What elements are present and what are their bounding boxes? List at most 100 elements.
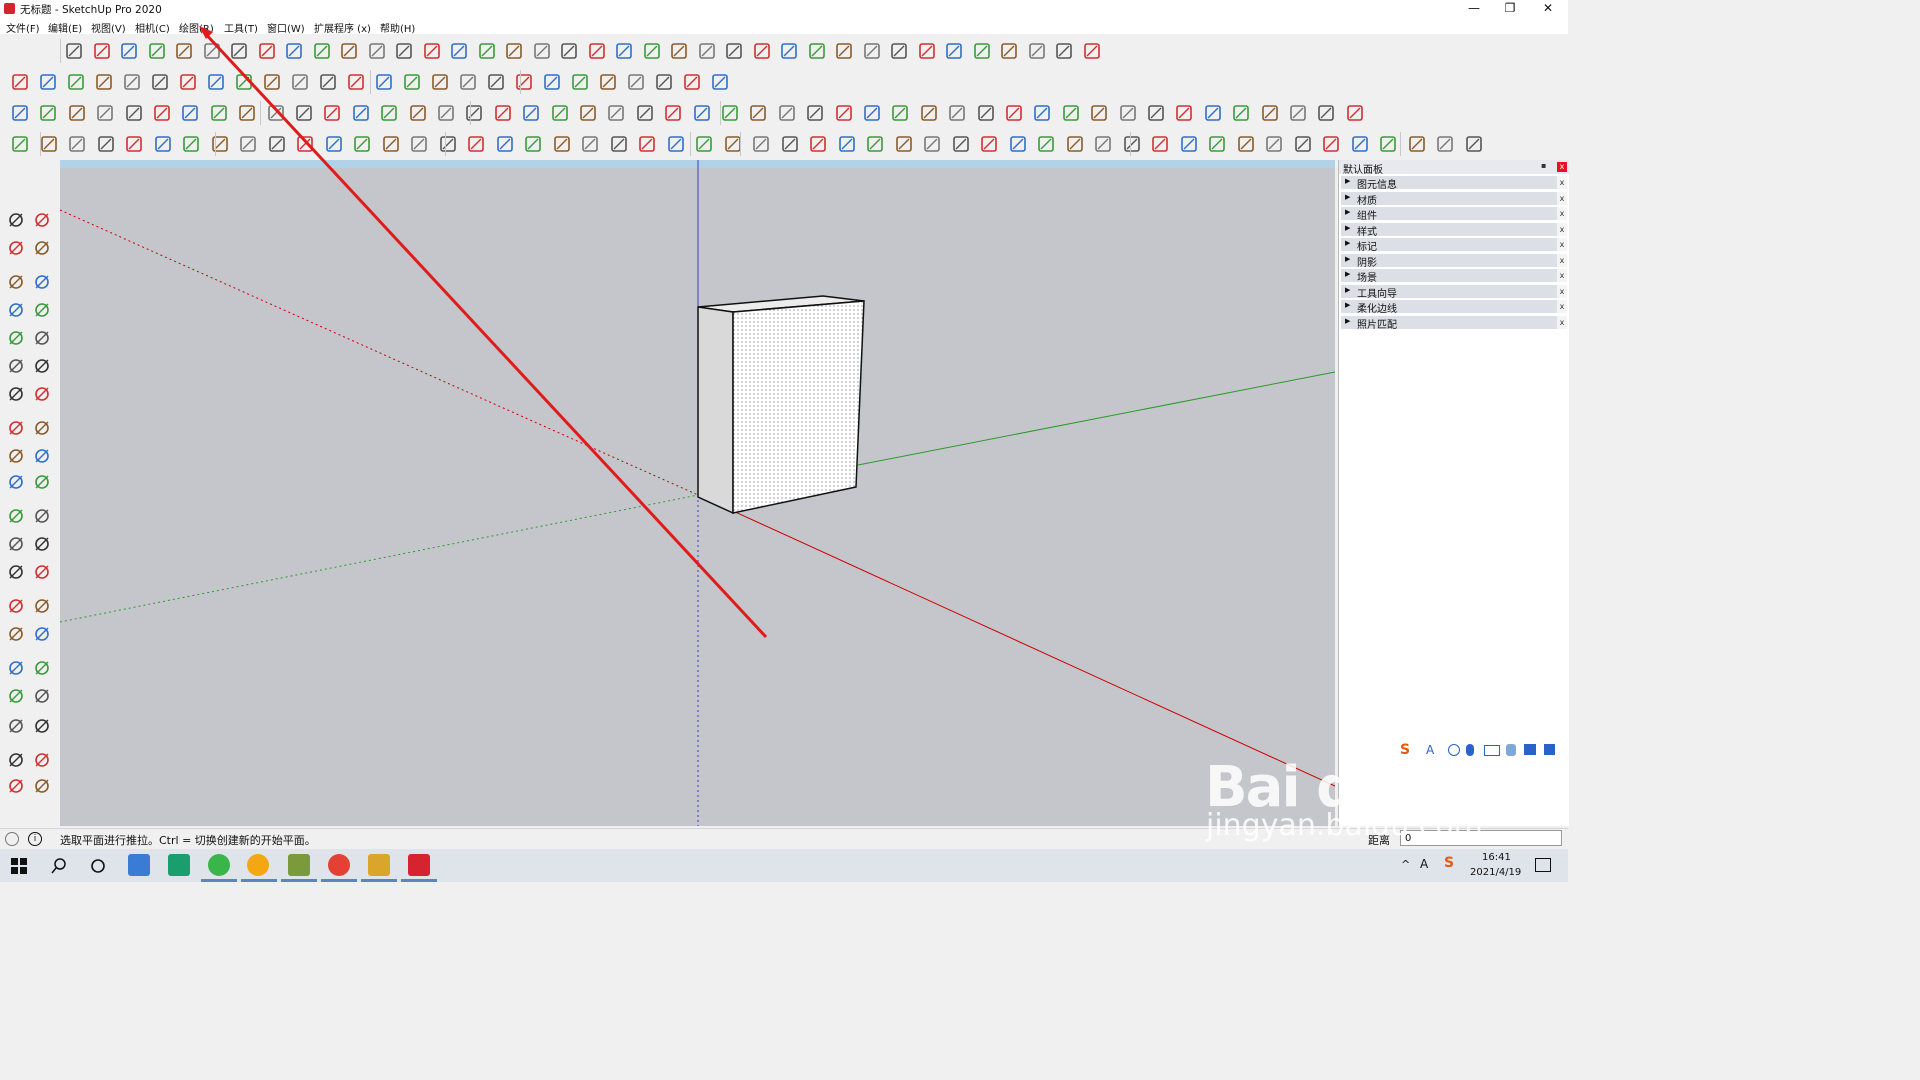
toolbar-tool-icon[interactable]	[339, 41, 359, 61]
box-side-face[interactable]	[697, 306, 734, 515]
toolbar-tool-icon[interactable]	[495, 134, 515, 154]
menu-window[interactable]: 窗口(W)	[267, 20, 305, 35]
toolbar-tool-icon[interactable]	[352, 134, 372, 154]
expand-arrow-icon[interactable]: ▶	[1345, 177, 1350, 185]
toolbar-tool-icon[interactable]	[322, 103, 342, 123]
left-tool-icon[interactable]	[6, 658, 26, 678]
expand-arrow-icon[interactable]: ▶	[1345, 270, 1350, 278]
toolbar-tool-icon[interactable]	[210, 134, 230, 154]
toolbar-tool-icon[interactable]	[521, 103, 541, 123]
toolbox-icon[interactable]	[1544, 744, 1555, 755]
left-tool-icon[interactable]	[32, 658, 52, 678]
menu-extensions[interactable]: 扩展程序 (x)	[314, 20, 371, 35]
toolbar-tool-icon[interactable]	[1316, 103, 1336, 123]
toolbar-tool-icon[interactable]	[266, 103, 286, 123]
expand-arrow-icon[interactable]: ▶	[1345, 239, 1350, 247]
toolbar-tool-icon[interactable]	[318, 72, 338, 92]
toolbar-tool-icon[interactable]	[570, 72, 590, 92]
toolbar-tool-icon[interactable]	[267, 134, 287, 154]
tray-section[interactable]: ▶ 图元信息	[1341, 176, 1557, 191]
toolbar-tool-icon[interactable]	[379, 103, 399, 123]
menu-file[interactable]: 文件(F)	[6, 20, 40, 35]
toolbar-tool-icon[interactable]	[67, 103, 87, 123]
toolbar-tool-icon[interactable]	[514, 72, 534, 92]
toolbar-tool-icon[interactable]	[606, 103, 626, 123]
game-app-icon[interactable]	[288, 854, 310, 876]
toolbar-tool-icon[interactable]	[979, 134, 999, 154]
toolbar-tool-icon[interactable]	[324, 134, 344, 154]
toolbar-tool-icon[interactable]	[807, 41, 827, 61]
toolbar-tool-icon[interactable]	[122, 72, 142, 92]
left-tool-icon[interactable]	[32, 686, 52, 706]
chevron-up-icon[interactable]: ^	[1401, 858, 1410, 871]
toolbar-tool-icon[interactable]	[917, 41, 937, 61]
toolbar-tool-icon[interactable]	[202, 41, 222, 61]
tray-section-close-button[interactable]: x	[1557, 300, 1567, 313]
toolbar-tool-icon[interactable]	[1231, 103, 1251, 123]
toolbar-tool-icon[interactable]	[1203, 103, 1223, 123]
windows-start-icon[interactable]	[11, 858, 27, 874]
toolbar-tool-icon[interactable]	[367, 41, 387, 61]
toolbar-tool-icon[interactable]	[181, 134, 201, 154]
toolbar-tool-icon[interactable]	[1350, 134, 1370, 154]
left-tool-icon[interactable]	[6, 596, 26, 616]
toolbar-tool-icon[interactable]	[1146, 103, 1166, 123]
left-tool-icon[interactable]	[32, 418, 52, 438]
left-tool-icon[interactable]	[32, 776, 52, 796]
toolbar-tool-icon[interactable]	[694, 134, 714, 154]
left-tool-icon[interactable]	[6, 272, 26, 292]
toolbar-tool-icon[interactable]	[1179, 134, 1199, 154]
toolbar-tool-icon[interactable]	[408, 103, 428, 123]
toolbar-tool-icon[interactable]	[394, 41, 414, 61]
toolbar-tool-icon[interactable]	[889, 41, 909, 61]
ime-mode-icon[interactable]: A	[1420, 857, 1428, 871]
toolbar-tool-icon[interactable]	[724, 41, 744, 61]
expand-arrow-icon[interactable]: ▶	[1345, 301, 1350, 309]
toolbar-tool-icon[interactable]	[147, 41, 167, 61]
expand-arrow-icon[interactable]: ▶	[1345, 317, 1350, 325]
tray-section-close-button[interactable]: x	[1557, 207, 1567, 220]
toolbar-tool-icon[interactable]	[262, 72, 282, 92]
toolbar-tool-icon[interactable]	[669, 41, 689, 61]
toolbar-tool-icon[interactable]	[493, 103, 513, 123]
expand-arrow-icon[interactable]: ▶	[1345, 193, 1350, 201]
expand-arrow-icon[interactable]: ▶	[1345, 208, 1350, 216]
toolbar-tool-icon[interactable]	[1061, 103, 1081, 123]
toolbar-tool-icon[interactable]	[944, 41, 964, 61]
toolbar-tool-icon[interactable]	[438, 134, 458, 154]
tray-section[interactable]: ▶ 材质	[1341, 191, 1557, 207]
toolbar-tool-icon[interactable]	[1260, 103, 1280, 123]
toolbar-tool-icon[interactable]	[1065, 134, 1085, 154]
toolbar-tool-icon[interactable]	[626, 72, 646, 92]
sogou-ime-icon[interactable]: S	[1444, 855, 1454, 871]
toolbar-tool-icon[interactable]	[710, 72, 730, 92]
toolbar-tool-icon[interactable]	[119, 41, 139, 61]
toolbar-tool-icon[interactable]	[92, 41, 112, 61]
toolbar-tool-icon[interactable]	[238, 134, 258, 154]
tray-section[interactable]: ▶ 场景	[1341, 269, 1557, 284]
left-tool-icon[interactable]	[32, 534, 52, 554]
archive-app-icon[interactable]	[368, 854, 390, 876]
toolbar-tool-icon[interactable]	[374, 72, 394, 92]
toolbar-tool-icon[interactable]	[1004, 103, 1024, 123]
toolbar-tool-icon[interactable]	[1236, 134, 1256, 154]
left-tool-icon[interactable]	[32, 506, 52, 526]
expand-arrow-icon[interactable]: ▶	[1345, 255, 1350, 263]
left-tool-icon[interactable]	[32, 472, 52, 492]
tray-close-button[interactable]: x	[1557, 162, 1567, 172]
toolbar-tool-icon[interactable]	[409, 134, 429, 154]
toolbar-tool-icon[interactable]	[124, 134, 144, 154]
chrome-app-icon[interactable]	[328, 854, 350, 876]
expand-arrow-icon[interactable]: ▶	[1345, 224, 1350, 232]
toolbar-tool-icon[interactable]	[559, 41, 579, 61]
toolbar-tool-icon[interactable]	[580, 134, 600, 154]
left-tool-icon[interactable]	[32, 356, 52, 376]
toolbar-tool-icon[interactable]	[682, 72, 702, 92]
left-tool-icon[interactable]	[32, 272, 52, 292]
toolbar-tool-icon[interactable]	[152, 103, 172, 123]
toolbar-tool-icon[interactable]	[1345, 103, 1365, 123]
left-tool-icon[interactable]	[6, 562, 26, 582]
left-tool-icon[interactable]	[6, 624, 26, 644]
toolbar-tool-icon[interactable]	[663, 103, 683, 123]
left-tool-icon[interactable]	[32, 238, 52, 258]
